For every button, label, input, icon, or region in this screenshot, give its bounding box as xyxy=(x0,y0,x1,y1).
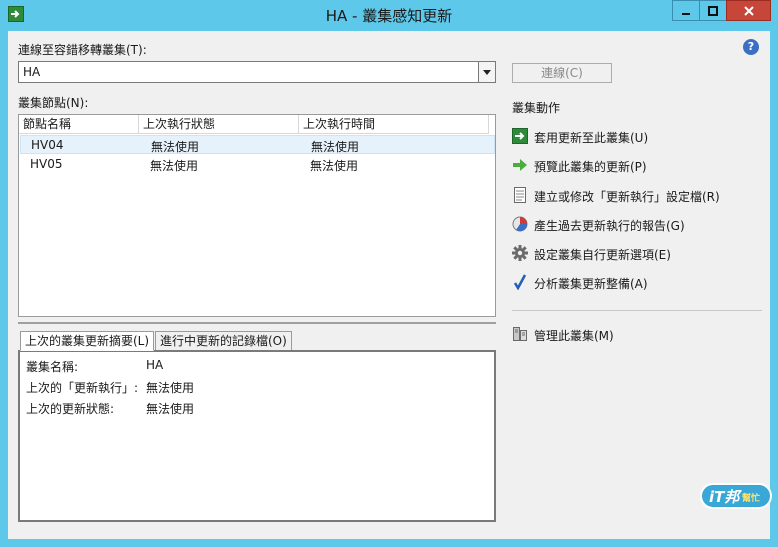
node-name: HV04 xyxy=(31,138,64,152)
gear-icon xyxy=(512,245,528,261)
cluster-actions-heading: 叢集動作 xyxy=(512,101,561,115)
node-name: HV05 xyxy=(30,157,63,171)
green-arrow-box-icon xyxy=(512,128,528,144)
minimize-button[interactable] xyxy=(672,0,700,21)
summary-value: HA xyxy=(146,358,164,372)
tab-last-update-summary[interactable]: 上次的叢集更新摘要(L) xyxy=(20,331,155,351)
checkmark-icon xyxy=(512,274,528,291)
summary-value: 無法使用 xyxy=(146,402,195,416)
client-area: ? 連線至容錯移轉叢集(T): HA 連線(C) 叢集節點(N): 節點名稱 上… xyxy=(8,31,770,539)
column-header-node-name[interactable]: 節點名稱 xyxy=(19,115,139,134)
cluster-combobox[interactable]: HA xyxy=(18,61,496,83)
summary-key: 上次的「更新執行」: xyxy=(26,381,139,395)
table-row[interactable]: HV05 無法使用 無法使用 xyxy=(20,155,495,174)
node-status: 無法使用 xyxy=(150,159,199,173)
action-label: 套用更新至此叢集(U) xyxy=(534,131,649,145)
maximize-button[interactable] xyxy=(699,0,727,21)
report-chart-icon xyxy=(512,216,528,232)
cluster-combobox-value: HA xyxy=(23,65,41,79)
node-time: 無法使用 xyxy=(311,140,360,154)
window-title: HA - 叢集感知更新 xyxy=(325,7,453,25)
help-icon[interactable]: ? xyxy=(743,39,759,55)
connect-cluster-label: 連線至容錯移轉叢集(T): xyxy=(18,43,147,57)
document-icon xyxy=(512,187,528,203)
panel-splitter[interactable] xyxy=(18,322,496,324)
title-bar[interactable]: HA - 叢集感知更新 xyxy=(0,0,778,30)
action-label: 管理此叢集(M) xyxy=(534,329,614,343)
summary-key: 上次的更新狀態: xyxy=(26,402,115,416)
close-button[interactable] xyxy=(726,0,771,21)
watermark-sub: 幫忙 xyxy=(742,494,761,504)
actions-divider xyxy=(512,310,762,311)
action-label: 預覽此叢集的更新(P) xyxy=(534,160,647,174)
action-label: 分析叢集更新整備(A) xyxy=(534,277,648,291)
action-label: 建立或修改「更新執行」設定檔(R) xyxy=(534,190,720,204)
action-label: 產生過去更新執行的報告(G) xyxy=(534,219,685,233)
table-row[interactable]: HV04 無法使用 無法使用 xyxy=(20,135,495,154)
summary-panel: 叢集名稱: HA 上次的「更新執行」: 無法使用 上次的更新狀態: 無法使用 xyxy=(18,350,496,522)
green-arrow-icon xyxy=(512,157,528,173)
summary-key: 叢集名稱: xyxy=(26,360,79,374)
maximize-icon xyxy=(708,5,718,16)
node-time: 無法使用 xyxy=(310,159,359,173)
column-header-last-run-status[interactable]: 上次執行狀態 xyxy=(139,115,299,134)
cluster-nodes-list[interactable]: 節點名稱 上次執行狀態 上次執行時間 HV04 無法使用 無法使用 HV05 無… xyxy=(18,114,496,317)
tab-in-progress-log[interactable]: 進行中更新的記錄檔(O) xyxy=(155,331,292,351)
watermark-text: iT邦 xyxy=(709,488,740,506)
chevron-down-icon xyxy=(483,69,491,75)
close-icon xyxy=(743,5,754,16)
node-status: 無法使用 xyxy=(151,140,200,154)
action-label: 設定叢集自行更新選項(E) xyxy=(534,248,671,262)
cluster-nodes-label: 叢集節點(N): xyxy=(18,96,89,110)
cluster-manager-icon xyxy=(512,326,528,342)
summary-value: 無法使用 xyxy=(146,381,195,395)
connect-button[interactable]: 連線(C) xyxy=(512,63,612,83)
dropdown-arrow-button[interactable] xyxy=(478,62,495,82)
watermark-logo: iT邦 幫忙 xyxy=(700,483,772,509)
minimize-icon xyxy=(682,12,690,15)
app-window: HA - 叢集感知更新 ? 連線至容錯移轉叢集(T): HA 連線(C) 叢集節… xyxy=(0,0,778,547)
column-header-last-run-time[interactable]: 上次執行時間 xyxy=(299,115,489,134)
